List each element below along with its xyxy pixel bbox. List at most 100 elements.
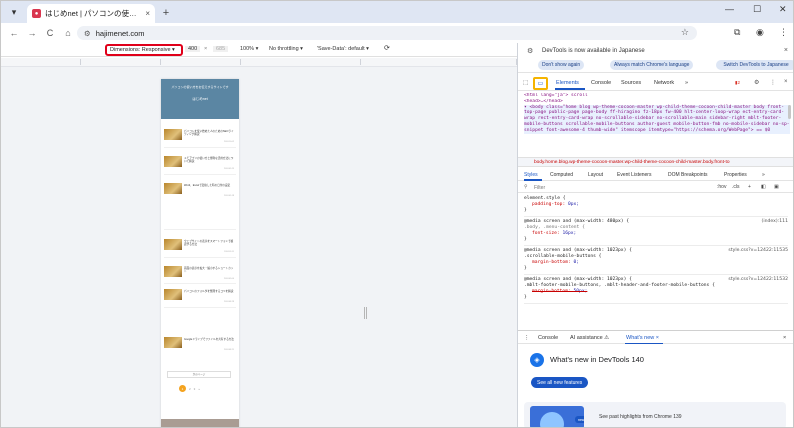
post-title[interactable]: メモアプリの使い方と便利な活用方法について解説 (184, 157, 234, 164)
bookmark-star-icon[interactable]: ☆ (681, 27, 689, 38)
close-drawer-icon[interactable]: × (783, 335, 786, 341)
post-card[interactable]: パソコンのフォルダを整理するコツを解説 2024.08.28 (164, 289, 236, 305)
breadcrumb[interactable]: body.home.blog.wp-theme-cocoon-master.wp… (518, 157, 793, 167)
page-current[interactable]: 1 (179, 385, 186, 392)
post-card[interactable]: メモアプリの使い方と便利な活用方法について解説 2024.09.25 (164, 156, 236, 172)
settings-gear-icon[interactable]: ⚙ (754, 79, 759, 86)
tab-sources[interactable]: Sources (621, 80, 641, 86)
profile-icon[interactable]: ◉ (756, 27, 764, 38)
post-title[interactable]: パソコンのフォルダを整理するコツを解説 (184, 290, 234, 293)
zoom-select[interactable]: 100% ▾ (240, 46, 258, 52)
tab-network[interactable]: Network (654, 80, 674, 86)
devtools-menu-icon[interactable]: ⋮ (770, 79, 776, 86)
maximize-icon[interactable]: ☐ (753, 4, 761, 15)
drawer-tab-ai-assistance[interactable]: AI assistance ⚠ (570, 335, 609, 341)
past-highlights-link[interactable]: See past highlights from Chrome 139 (599, 414, 682, 420)
resize-handle[interactable] (364, 307, 367, 319)
page-link[interactable]: 2 (189, 387, 191, 391)
close-infobar-icon[interactable]: × (784, 47, 788, 54)
cls-toggle[interactable]: .cls (732, 184, 740, 190)
drawer-menu-icon[interactable]: ⋮ (524, 335, 530, 341)
post-title[interactable]: Word、Excelで変換した時の日付の設定 (184, 184, 234, 187)
dimensions-select[interactable]: Dimensions: Responsive ▾ (105, 44, 183, 56)
reload-icon[interactable]: C (41, 28, 59, 38)
css-source-link[interactable]: (index):111 (762, 219, 788, 225)
url-text[interactable]: hajimenet.com (96, 29, 145, 38)
post-title[interactable]: パソコンを使い始めた人のためのSEOライティング解説 (184, 130, 234, 137)
tab-search-icon[interactable]: ▾ (5, 3, 23, 21)
new-tab-icon[interactable]: + (158, 4, 174, 22)
css-rule[interactable]: element.style { padding-top: 0px; } (524, 194, 788, 217)
match-language-button[interactable]: Always match Chrome's language (610, 60, 694, 70)
tab-console[interactable]: Console (591, 80, 611, 86)
drawer-tab-whats-new[interactable]: What's new × (626, 335, 659, 341)
past-highlights-card[interactable]: new See past highlights from Chrome 139 (524, 402, 786, 427)
post-title[interactable]: ウェブサイトの表示をスマートフォンで確認する方法 (184, 240, 234, 247)
device-toolbar-toggle-icon[interactable]: ▭ (533, 77, 548, 90)
dont-show-button[interactable]: Don't show again (538, 60, 585, 70)
css-rule[interactable]: @media screen and (max-width: 1023px) { … (524, 246, 788, 275)
post-date: 2024.08.21 (223, 349, 234, 351)
media-query-ruler[interactable] (1, 58, 517, 67)
styles-filter[interactable]: ⚲ Filter :hov .cls + ◧ ▣ (518, 182, 793, 193)
css-source-link[interactable]: style.css?v=12422:11535 (728, 248, 788, 254)
filter-input[interactable]: Filter (534, 185, 545, 191)
see-all-features-button[interactable]: See all new features (531, 377, 589, 388)
css-source-link[interactable]: style.css?v=12422:11532 (728, 277, 788, 283)
extensions-icon[interactable]: ⧉ (734, 27, 740, 38)
minimize-icon[interactable]: — (725, 4, 734, 14)
save-data-select[interactable]: 'Save-Data': default ▾ (317, 46, 369, 52)
subtab-dom-breakpoints[interactable]: DOM Breakpoints (668, 172, 707, 178)
site-header: パソコンの使い方をお伝えするサイトです はじめnet (161, 79, 239, 119)
styles-pane[interactable]: element.style { padding-top: 0px; } @med… (518, 194, 793, 330)
site-info-icon[interactable]: ⚙ (84, 29, 91, 38)
inspect-icon[interactable]: ⬚ (523, 80, 528, 86)
rotate-icon[interactable]: ⟳ (384, 44, 390, 52)
switch-japanese-button[interactable]: Switch DevTools to Japanese (716, 60, 793, 70)
subtab-computed[interactable]: Computed (550, 172, 573, 178)
browser-tab[interactable]: ● はじめnet | パソコンの使い方をお伝えする × (27, 4, 155, 23)
close-window-icon[interactable]: ✕ (779, 4, 787, 15)
issues-badge[interactable]: ▮2 (735, 80, 740, 86)
computed-sidebar-icon[interactable]: ◧ (761, 184, 766, 190)
post-card[interactable]: ウェブサイトの表示をスマートフォンで確認する方法 2024.09.11 (164, 239, 236, 255)
page-next[interactable]: » (198, 387, 200, 391)
toggle-sidebar-icon[interactable]: ▣ (774, 184, 779, 190)
site-logo[interactable]: はじめnet (161, 97, 239, 102)
width-input[interactable]: 400 (185, 46, 201, 52)
back-icon[interactable]: ← (5, 28, 23, 38)
subtab-styles[interactable]: Styles (524, 172, 538, 178)
post-title[interactable]: Googleドライブでファイルを共有する方法 (184, 338, 234, 341)
tab-elements[interactable]: Elements (556, 80, 579, 86)
more-subtabs-icon[interactable]: » (762, 172, 765, 178)
post-card[interactable]: パソコンを使い始めた人のためのSEOライティング解説 2024.10.02 (164, 129, 236, 145)
post-card[interactable]: Word、Excelで変換した時の日付の設定 2024.09.18 (164, 183, 236, 199)
drawer-tab-console[interactable]: Console (538, 335, 558, 341)
home-icon[interactable]: ⌂ (59, 28, 77, 38)
forward-icon[interactable]: → (23, 28, 41, 38)
hov-toggle[interactable]: :hov (717, 184, 726, 190)
post-card[interactable]: 画面の表示を拡大・縮小するショートカット 2024.09.04 (164, 266, 236, 282)
height-input[interactable]: 685 (213, 46, 229, 52)
dom-node-selected[interactable]: ▾ <body class="home blog wp-theme-cocoon… (524, 104, 790, 134)
close-devtools-icon[interactable]: × (784, 79, 788, 85)
subtab-event-listeners[interactable]: Event Listeners (617, 172, 651, 178)
throttling-select[interactable]: No throttling ▾ (269, 46, 303, 52)
elements-scrollbar[interactable] (788, 105, 791, 119)
tab-close-icon[interactable]: × (145, 9, 150, 18)
more-tabs-icon[interactable]: » (685, 80, 688, 86)
elements-tree[interactable]: <html lang="ja"> scroll <head>…</head> ▾… (518, 91, 793, 157)
emulated-page[interactable]: パソコンの使い方をお伝えするサイトです はじめnet パソコンを使い始めた人のた… (161, 79, 239, 427)
css-rule[interactable]: @media screen and (max-width: 1023px) { … (524, 275, 788, 304)
chrome-menu-icon[interactable]: ⋮ (779, 27, 788, 38)
subtab-layout[interactable]: Layout (588, 172, 603, 178)
page-link[interactable]: 3 (194, 387, 196, 391)
breadcrumb-text[interactable]: body.home.blog.wp-theme-cocoon-master.wp… (534, 160, 730, 165)
css-rule[interactable]: @media screen and (max-width: 480px) { .… (524, 217, 788, 246)
post-title[interactable]: 画面の表示を拡大・縮小するショートカット (184, 267, 234, 274)
next-page-button[interactable]: 次のページ (167, 371, 231, 378)
post-card[interactable]: Googleドライブでファイルを共有する方法 2024.08.21 (164, 337, 236, 353)
address-bar[interactable]: ⚙ hajimenet.com ☆ (77, 26, 697, 40)
new-rule-icon[interactable]: + (748, 184, 751, 190)
subtab-properties[interactable]: Properties (724, 172, 747, 178)
